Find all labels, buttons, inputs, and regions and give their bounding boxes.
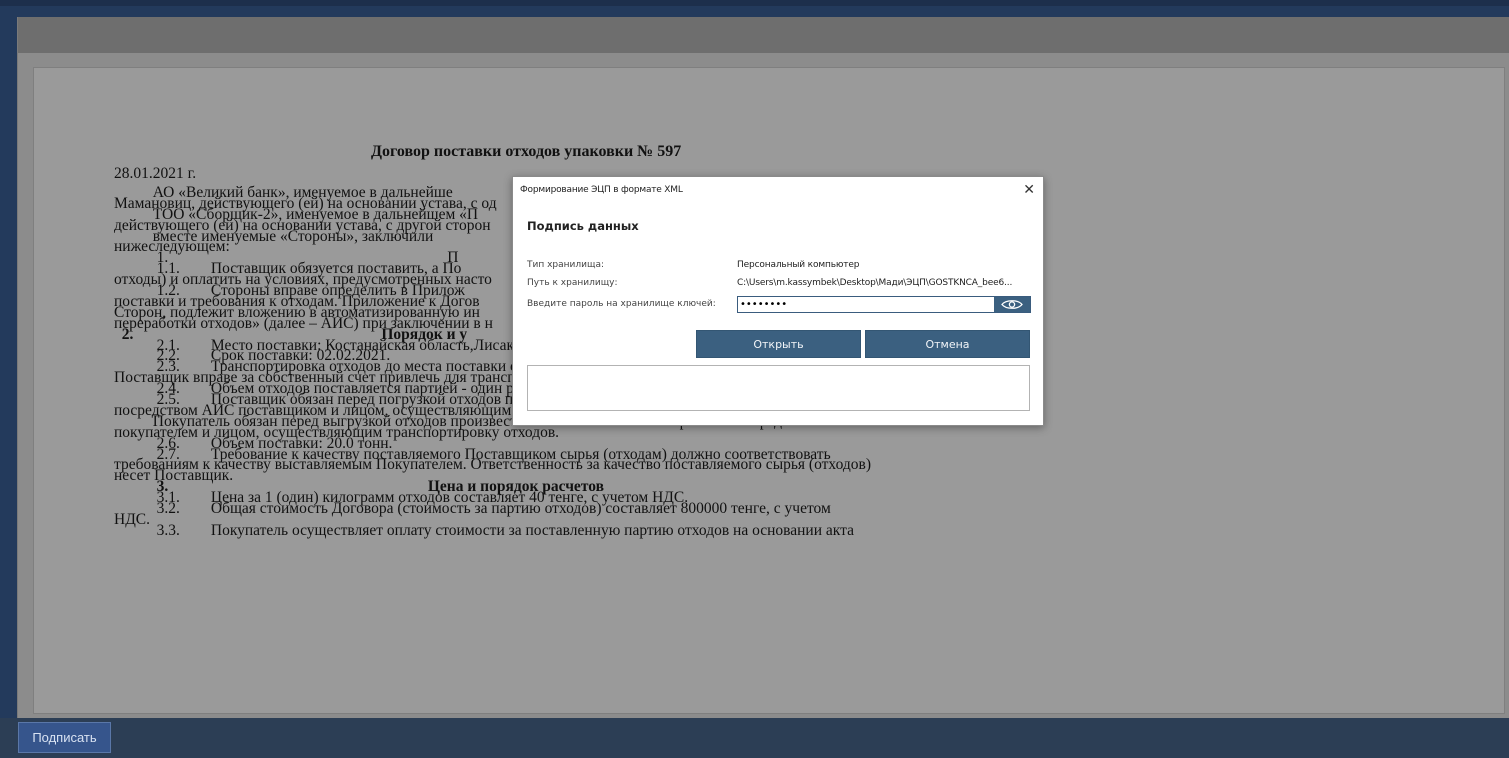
document-line: 28.01.2021 г. [114,165,197,182]
password-field-wrapper [737,296,1031,313]
close-icon[interactable]: ✕ [1023,182,1035,198]
sign-button[interactable]: Подписать [18,722,111,753]
storage-path-label: Путь к хранилищу: [527,278,618,288]
message-area [527,365,1030,411]
viewer-toolbar [18,17,1509,53]
open-button[interactable]: Открыть [696,330,861,358]
contract-title: Договор поставки отходов упаковки № 597 [371,143,682,160]
dialog-titlebar: Формирование ЭЦП в формате XML ✕ [513,177,1043,205]
signature-dialog: Формирование ЭЦП в формате XML ✕ Подпись… [512,176,1044,426]
storage-type-value: Персональный компьютер [737,260,860,270]
password-label: Введите пароль на хранилище ключей: [527,299,716,309]
show-password-button[interactable] [994,297,1030,312]
cancel-button[interactable]: Отмена [865,330,1030,358]
document-line: 3.2. Общая стоимость Договора (стоимость… [114,500,831,517]
bottom-bar: Подписать [0,718,1509,758]
password-input[interactable] [738,297,992,312]
storage-path-value: C:\Users\m.kassymbek\Desktop\Мади\ЭЦП\GO… [737,278,1013,288]
dialog-heading: Подпись данных [527,219,639,233]
eye-icon [1001,300,1023,309]
dialog-title: Формирование ЭЦП в формате XML [520,185,683,195]
storage-type-label: Тип хранилища: [527,260,605,270]
document-line: 3.3. Покупатель осуществляет оплату стои… [114,521,854,539]
